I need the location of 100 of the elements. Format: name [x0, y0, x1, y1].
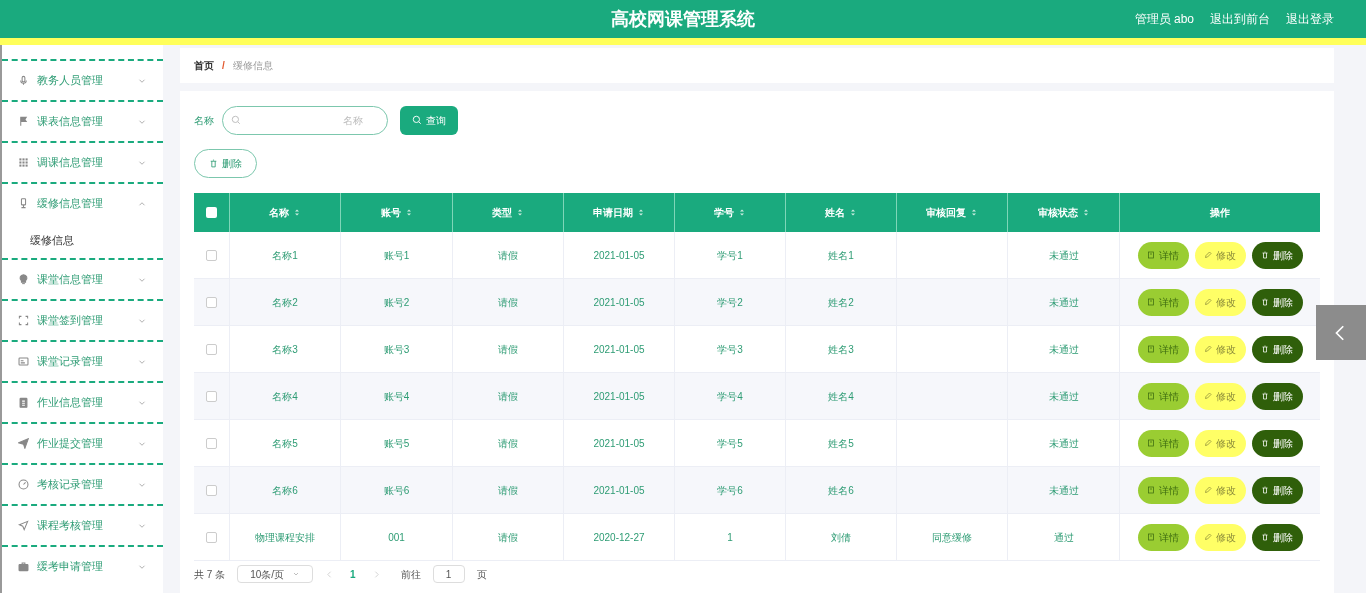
- sidebar-item[interactable]: 课堂签到管理: [2, 299, 163, 340]
- breadcrumb-link[interactable]: 首页: [194, 58, 214, 73]
- row-checkbox[interactable]: [206, 343, 217, 355]
- trash-icon: [209, 159, 218, 168]
- table-cell-text: 未通过: [1048, 342, 1079, 357]
- detail-button[interactable]: 详情: [1137, 241, 1189, 269]
- table-cell-text: 未通过: [1048, 389, 1079, 404]
- table-cell-text: 请假: [498, 295, 518, 310]
- table-cell-text: 未通过: [1048, 436, 1079, 451]
- table-cell-text: 账号1: [383, 248, 410, 263]
- edit-button[interactable]: 修改: [1194, 476, 1246, 504]
- detail-button[interactable]: 详情: [1137, 288, 1189, 316]
- column-header[interactable]: 类型: [492, 205, 512, 220]
- edit-button[interactable]: 修改: [1194, 241, 1246, 269]
- table-cell-text: 名称2: [272, 295, 298, 310]
- pencil-icon: [1204, 486, 1212, 494]
- row-checkbox[interactable]: [206, 437, 217, 449]
- sidebar-item[interactable]: 课堂记录管理: [2, 340, 163, 381]
- column-header[interactable]: 审核状态: [1037, 205, 1078, 220]
- page-size-select[interactable]: 10条/页: [237, 565, 314, 583]
- delete-button[interactable]: 删除: [1251, 335, 1303, 363]
- delete-button[interactable]: 删除: [1251, 288, 1303, 316]
- table-cell-text: 账号4: [383, 389, 410, 404]
- column-header[interactable]: 学号: [714, 205, 734, 220]
- page-number[interactable]: 1: [346, 566, 360, 582]
- delete-button[interactable]: 删除: [1251, 523, 1303, 551]
- column-header[interactable]: 账号: [380, 205, 401, 220]
- document-icon: [1147, 533, 1155, 541]
- edit-button[interactable]: 修改: [1194, 335, 1246, 363]
- select-all-checkbox[interactable]: [206, 207, 217, 218]
- table-cell-text: 名称5: [272, 436, 298, 451]
- search-field[interactable]: 名称: [222, 105, 388, 135]
- detail-button[interactable]: 详情: [1137, 523, 1189, 551]
- collapse-button[interactable]: [1316, 305, 1366, 360]
- trash-icon: [1261, 251, 1269, 259]
- search-label: 名称: [194, 113, 214, 128]
- id-card-icon: [18, 356, 29, 367]
- breadcrumb-link[interactable]: 缓修信息: [232, 58, 273, 73]
- flag-icon: [18, 116, 29, 127]
- detail-button[interactable]: 详情: [1137, 429, 1189, 457]
- delete-button[interactable]: 删除: [1251, 476, 1303, 504]
- sidebar-item[interactable]: 调课信息管理: [2, 141, 163, 182]
- table-cell-text: 账号2: [383, 295, 410, 310]
- briefcase-icon: [18, 561, 29, 572]
- detail-button[interactable]: 详情: [1137, 382, 1189, 410]
- detail-button[interactable]: 详情: [1137, 335, 1189, 363]
- sidebar-item[interactable]: 缓考申请管理: [2, 545, 163, 586]
- document-icon: [1147, 486, 1155, 494]
- column-header[interactable]: 名称: [269, 205, 289, 220]
- sidebar-item[interactable]: 课表信息管理: [2, 100, 163, 141]
- sidebar-item[interactable]: 教务人员管理: [2, 59, 163, 100]
- microphone-icon: [18, 75, 29, 86]
- pencil-icon: [1204, 392, 1212, 400]
- document-icon: [1147, 251, 1155, 259]
- delete-button[interactable]: 删除: [1251, 429, 1303, 457]
- table-cell-text: 2021-01-05: [593, 483, 645, 498]
- edit-button[interactable]: 修改: [1194, 523, 1246, 551]
- column-header[interactable]: 姓名: [825, 205, 845, 220]
- pencil-icon: [1204, 345, 1212, 353]
- detail-button[interactable]: 详情: [1137, 476, 1189, 504]
- scan-frame-icon: [18, 315, 29, 326]
- table-cell-text: 请假: [498, 436, 518, 451]
- sidebar-item[interactable]: 作业提交管理: [2, 422, 163, 463]
- pencil-icon: [1204, 251, 1212, 259]
- header-link[interactable]: 退出登录: [1286, 10, 1334, 28]
- edit-button[interactable]: 修改: [1194, 382, 1246, 410]
- trash-icon: [1261, 486, 1269, 494]
- page-jump-field[interactable]: 1: [432, 565, 465, 583]
- sidebar-item[interactable]: 缓修信息管理: [2, 182, 163, 223]
- table-cell-text: 姓名5: [828, 436, 854, 451]
- edit-button[interactable]: 修改: [1194, 429, 1246, 457]
- sidebar-item[interactable]: 课堂信息管理: [2, 258, 163, 299]
- submenu-item[interactable]: 缓修信息: [2, 223, 163, 258]
- header-link[interactable]: 退出到前台: [1210, 10, 1270, 28]
- delete-button[interactable]: 删除: [1251, 241, 1303, 269]
- table-cell-text: 名称4: [272, 389, 298, 404]
- sidebar-item[interactable]: 考核记录管理: [2, 463, 163, 504]
- row-checkbox[interactable]: [206, 249, 217, 261]
- edit-button[interactable]: 修改: [1194, 288, 1246, 316]
- column-header[interactable]: 操作: [1210, 205, 1230, 220]
- table-cell-text: 账号3: [383, 342, 410, 357]
- row-checkbox[interactable]: [206, 531, 217, 543]
- navigation-icon: [18, 520, 29, 531]
- search-icon: [231, 114, 241, 125]
- row-checkbox[interactable]: [206, 296, 217, 308]
- column-header[interactable]: 申请日期: [593, 205, 633, 220]
- table-cell-text: 名称1: [272, 248, 298, 263]
- sidebar-item[interactable]: 课程考核管理: [2, 504, 163, 545]
- row-checkbox[interactable]: [206, 484, 217, 496]
- table-cell-text: 请假: [498, 483, 518, 498]
- header-link[interactable]: 管理员 abo: [1134, 10, 1194, 28]
- table-cell-text: 001: [388, 530, 405, 545]
- search-button[interactable]: 查询: [400, 105, 458, 135]
- sidebar-item[interactable]: 作业信息管理: [2, 381, 163, 422]
- table-cell-text: 姓名6: [828, 483, 854, 498]
- row-checkbox[interactable]: [206, 390, 217, 402]
- delete-button[interactable]: 删除: [1251, 382, 1303, 410]
- table-cell-text: 请假: [498, 389, 518, 404]
- column-header[interactable]: 审核回复: [926, 205, 966, 220]
- table-cell-text: 请假: [498, 248, 518, 263]
